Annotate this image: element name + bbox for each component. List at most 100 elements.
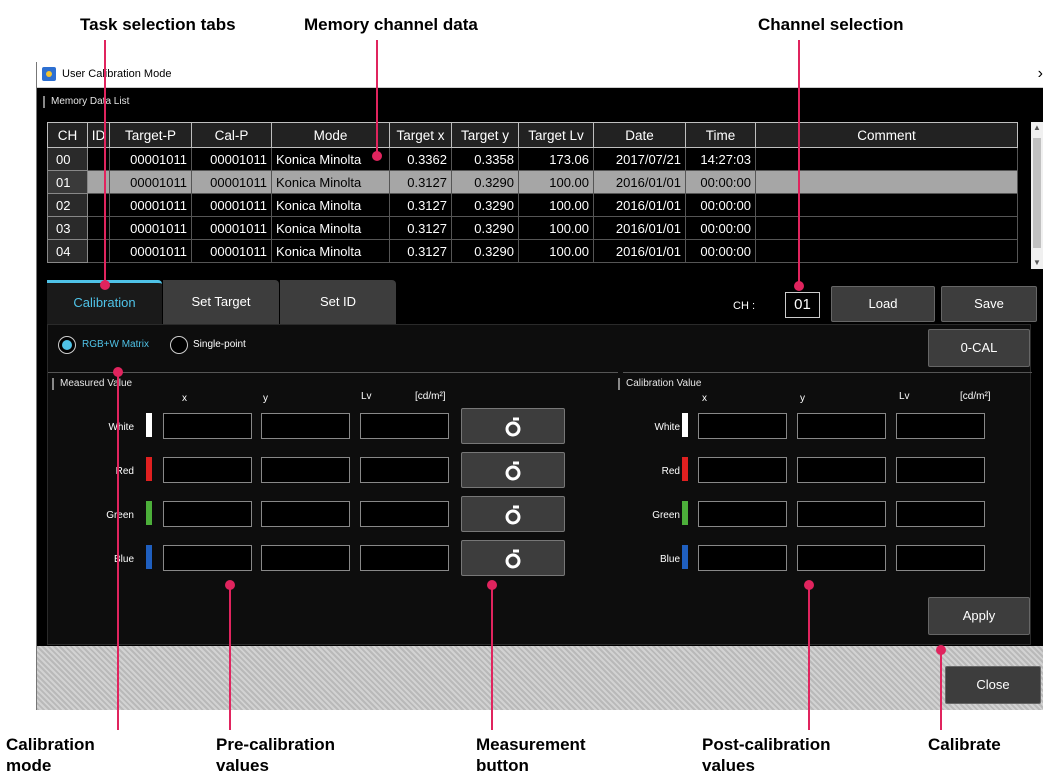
leader-dot-channel-selection xyxy=(794,281,804,291)
callout-calibration-mode-line2: mode xyxy=(6,756,52,775)
cell-time: 14:27:03 xyxy=(685,147,756,171)
cell-time: 00:00:00 xyxy=(685,193,756,217)
measure-red-button[interactable] xyxy=(461,452,565,488)
calibration-window: User Calibration Mode › Memory Data List… xyxy=(36,62,1043,736)
col-header-target-lv[interactable]: Target Lv xyxy=(518,122,594,148)
measured-row-label-white: White xyxy=(108,422,134,433)
cell-target-lv: 100.00 xyxy=(518,170,594,194)
measured-white-y xyxy=(261,413,350,439)
window-close-icon[interactable]: › xyxy=(1038,65,1043,83)
measured-blue-y xyxy=(261,545,350,571)
tab-set-id[interactable]: Set ID xyxy=(280,280,396,324)
radio-single-point[interactable] xyxy=(170,336,188,354)
radio-single-point-label[interactable]: Single-point xyxy=(193,339,246,350)
cell-cal-p: 00001011 xyxy=(191,239,272,263)
load-button[interactable]: Load xyxy=(831,286,935,322)
table-row[interactable]: 03 00001011 00001011 Konica Minolta 0.31… xyxy=(47,216,1018,240)
measured-white-lv xyxy=(360,413,449,439)
figure-root: Task selection tabs Memory channel data … xyxy=(0,0,1043,780)
radio-rgbw-matrix-label[interactable]: RGB+W Matrix xyxy=(82,339,149,350)
cell-comment xyxy=(755,147,1018,171)
radio-rgbw-matrix[interactable] xyxy=(58,336,76,354)
cell-time: 00:00:00 xyxy=(685,239,756,263)
col-header-comment[interactable]: Comment xyxy=(755,122,1018,148)
table-row[interactable]: 02 00001011 00001011 Konica Minolta 0.31… xyxy=(47,193,1018,217)
col-header-target-x[interactable]: Target x xyxy=(389,122,452,148)
measured-row-label-red: Red xyxy=(115,466,134,477)
leader-dot-post-calibration xyxy=(804,580,814,590)
window-title: User Calibration Mode xyxy=(62,68,172,80)
calibration-col-lv: Lv xyxy=(899,391,910,402)
col-header-date[interactable]: Date xyxy=(593,122,686,148)
channel-input[interactable]: 01 xyxy=(785,292,820,318)
callout-channel-selection: Channel selection xyxy=(758,15,904,34)
cell-target-lv: 100.00 xyxy=(518,193,594,217)
measured-row-label-blue: Blue xyxy=(113,554,134,565)
save-button[interactable]: Save xyxy=(941,286,1037,322)
callout-measurement-line2: button xyxy=(476,756,529,775)
calibration-blue-lv xyxy=(896,545,985,571)
measured-col-lv: Lv xyxy=(361,391,372,402)
close-button[interactable]: Close xyxy=(945,666,1041,704)
measure-green-button[interactable] xyxy=(461,496,565,532)
zero-cal-button[interactable]: 0-CAL xyxy=(928,329,1030,367)
leader-dot-task-tabs xyxy=(100,280,110,290)
footer-bar xyxy=(37,646,1043,710)
scroll-down-icon[interactable]: ▼ xyxy=(1031,257,1043,269)
cell-target-lv: 100.00 xyxy=(518,216,594,240)
calibration-col-x: x xyxy=(702,393,707,404)
swatch-red-cal xyxy=(682,457,688,481)
swatch-green xyxy=(146,501,152,525)
leader-channel-selection xyxy=(798,40,800,286)
swatch-blue-cal xyxy=(682,545,688,569)
measure-blue-button[interactable] xyxy=(461,540,565,576)
swatch-white xyxy=(146,413,152,437)
measured-white-x xyxy=(163,413,252,439)
apply-button[interactable]: Apply xyxy=(928,597,1030,635)
col-header-ch[interactable]: CH xyxy=(47,122,88,148)
col-header-cal-p[interactable]: Cal-P xyxy=(191,122,272,148)
cell-id xyxy=(87,170,110,194)
cell-date: 2016/01/01 xyxy=(593,239,686,263)
tab-set-target[interactable]: Set Target xyxy=(163,280,279,324)
cell-mode: Konica Minolta xyxy=(271,147,390,171)
cell-target-lv: 100.00 xyxy=(518,239,594,263)
calibration-row-label-red: Red xyxy=(661,466,680,477)
leader-calibrate xyxy=(940,650,942,730)
leader-memory-data xyxy=(376,40,378,155)
cell-target-x: 0.3127 xyxy=(389,216,452,240)
measure-icon xyxy=(505,549,521,569)
col-header-time[interactable]: Time xyxy=(685,122,756,148)
col-header-target-p[interactable]: Target-P xyxy=(109,122,192,148)
cell-target-p: 00001011 xyxy=(109,170,192,194)
calibration-red-y xyxy=(797,457,886,483)
cell-target-y: 0.3290 xyxy=(451,239,519,263)
col-header-mode[interactable]: Mode xyxy=(271,122,390,148)
cell-target-y: 0.3358 xyxy=(451,147,519,171)
table-row[interactable]: 00 00001011 00001011 Konica Minolta 0.33… xyxy=(47,147,1018,171)
calibration-blue-x xyxy=(698,545,787,571)
scroll-up-icon[interactable]: ▲ xyxy=(1031,122,1043,134)
table-scrollbar[interactable]: ▲ ▼ xyxy=(1031,122,1043,269)
cell-date: 2016/01/01 xyxy=(593,170,686,194)
table-row-selected[interactable]: 01 00001011 00001011 Konica Minolta 0.31… xyxy=(47,170,1018,194)
calibration-white-y xyxy=(797,413,886,439)
table-row[interactable]: 04 00001011 00001011 Konica Minolta 0.31… xyxy=(47,239,1018,263)
col-header-target-y[interactable]: Target y xyxy=(451,122,519,148)
calibration-value-label: Calibration Value xyxy=(618,378,701,390)
measured-row-label-green: Green xyxy=(106,510,134,521)
cell-cal-p: 00001011 xyxy=(191,193,272,217)
cell-date: 2016/01/01 xyxy=(593,193,686,217)
measured-red-x xyxy=(163,457,252,483)
measured-green-lv xyxy=(360,501,449,527)
cell-id xyxy=(87,216,110,240)
scroll-thumb[interactable] xyxy=(1033,138,1041,248)
callout-post-calibration-line1: Post-calibration xyxy=(702,735,831,754)
measured-red-lv xyxy=(360,457,449,483)
measure-white-button[interactable] xyxy=(461,408,565,444)
cell-time: 00:00:00 xyxy=(685,216,756,240)
measured-col-y: y xyxy=(263,393,268,404)
callout-task-tabs: Task selection tabs xyxy=(80,15,236,34)
cell-target-p: 00001011 xyxy=(109,216,192,240)
col-header-id[interactable]: ID xyxy=(87,122,110,148)
